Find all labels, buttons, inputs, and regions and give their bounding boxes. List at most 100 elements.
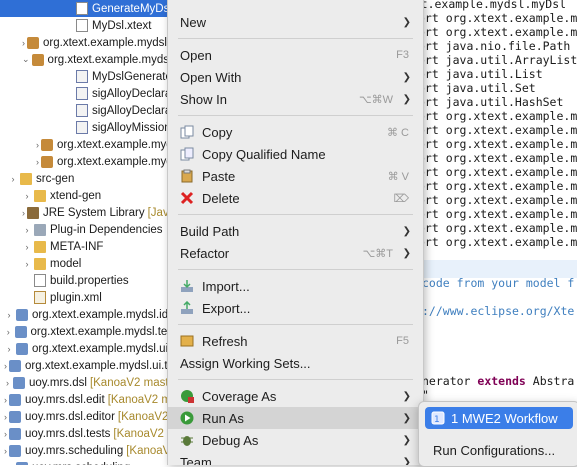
code-line: ort java.nio.file.Path <box>418 39 570 53</box>
menu-item-copy-qualified-name[interactable]: Copy Qualified Name <box>168 143 423 165</box>
menu-item-import[interactable]: Import... <box>168 275 423 297</box>
tree-expand-icon[interactable]: › <box>4 361 7 371</box>
code-line: ort org.xtext.example.mydsl.myDsl <box>418 165 577 179</box>
tree-expand-icon[interactable]: › <box>4 395 7 405</box>
tree-item[interactable]: ›JRE System Library[JavaSE-11] <box>0 204 178 221</box>
tree-expand-icon[interactable]: › <box>4 344 14 354</box>
tree-item-label: org.xtext.example.mydsl.parser <box>47 53 178 66</box>
tree-item[interactable]: sigAlloyDeclaration <box>0 85 178 102</box>
menu-item-copy[interactable]: Copy ⌘ C <box>168 121 423 143</box>
tree-item[interactable]: › org.xtext.example.mydsl.generator <box>0 34 178 51</box>
code-line: ort org.xtext.example.mydsl.myDsl <box>418 137 577 151</box>
tree-item-label: org.xtext.example.mydsl.ui.tests <box>25 359 178 372</box>
tree-item[interactable]: MyDslGenerator.java <box>0 68 178 85</box>
tree-item-label: org.xtext.example.mydsl.tests <box>30 325 178 338</box>
chevron-right-icon: ❯ <box>402 434 411 446</box>
code-text: ort org.xtext.example.mydsl.myDsl <box>418 179 577 193</box>
menu-item-paste[interactable]: Paste ⌘ V <box>168 165 423 187</box>
menu-item-new[interactable]: New ❯ <box>168 11 423 33</box>
tree-item[interactable]: build.properties <box>0 272 178 289</box>
tree-expand-icon[interactable]: › <box>4 378 11 388</box>
menu-item-delete[interactable]: Delete ⌦ <box>168 187 423 209</box>
tree-expand-icon[interactable]: › <box>4 446 7 456</box>
menu-item-label: New <box>180 14 207 30</box>
context-menu: New ❯ Open F3 Open With ❯ Show In ⌥⌘W ❯ Copy ⌘ C Co… <box>167 0 424 465</box>
menu-item-debug-as[interactable]: Debug As ❯ <box>168 429 423 451</box>
menu-shortcut: F5 <box>396 335 409 347</box>
tree-expand-icon[interactable]: › <box>22 259 32 269</box>
tree-item[interactable]: ⌄ org.xtext.example.mydsl.parser <box>0 51 178 68</box>
menu-item-open-with[interactable]: Open With ❯ <box>168 66 423 88</box>
tree-item[interactable]: › xtend-gen <box>0 187 178 204</box>
tree-item[interactable]: › Plug-in Dependencies <box>0 221 178 238</box>
tree-expand-icon[interactable]: › <box>36 140 39 150</box>
tree-expand-icon[interactable]: › <box>22 225 32 235</box>
submenu-item-label: 1 MWE2 Workflow <box>451 410 558 426</box>
tree-item-label: org.xtext.example.mydsl.ide <box>32 308 175 321</box>
pkg-icon <box>41 138 53 151</box>
tree-expand-icon[interactable]: › <box>4 412 7 422</box>
tree-item[interactable]: › org.xtext.example.mydsl.ide <box>0 306 178 323</box>
tree-expand-icon[interactable]: › <box>22 191 32 201</box>
import-icon <box>180 279 194 293</box>
menu-item-open[interactable]: Open F3 <box>168 44 423 66</box>
menu-item-label: Debug As <box>202 432 259 448</box>
proj-icon <box>16 461 28 465</box>
tree-item[interactable]: › model <box>0 255 178 272</box>
tree-item[interactable]: › org.xtext.example.mydsl.tests <box>0 323 178 340</box>
code-line: ort org.xtext.example.mydsl.myDsl <box>418 11 577 25</box>
copy-icon <box>180 125 194 139</box>
tree-item[interactable]: › org.xtext.example.mydsl.ui <box>0 340 178 357</box>
coverage-icon <box>180 389 194 403</box>
tree-item[interactable]: MyDsl.xtext <box>0 17 178 34</box>
run-configurations-item[interactable]: Run Configurations... <box>425 439 577 461</box>
menu-item-refresh[interactable]: Refresh F5 <box>168 330 423 352</box>
tree-item[interactable]: › org.xtext.example.mydsl.scoping <box>0 136 178 153</box>
tree-item[interactable]: › src-gen <box>0 170 178 187</box>
tree-item[interactable]: ›uoy.mrs.scheduling[KanoaV2 master] <box>0 442 178 459</box>
tree-item-label: uoy.mrs.dsl.tests <box>25 427 111 440</box>
tree-item[interactable]: sigAlloyMissionTask <box>0 119 178 136</box>
tree-expand-icon[interactable]: › <box>4 327 13 337</box>
tree-expand-icon[interactable]: › <box>4 310 14 320</box>
tree-expand-icon[interactable]: › <box>4 429 7 439</box>
paste-icon <box>180 169 194 183</box>
delete-icon <box>180 191 194 205</box>
tree-item[interactable]: sigAlloyDeclaration <box>0 102 178 119</box>
tree-expand-icon[interactable]: › <box>22 208 25 218</box>
tree-expand-icon[interactable]: › <box>36 157 39 167</box>
menu-item-coverage-as[interactable]: Coverage As ❯ <box>168 385 423 407</box>
menu-item-assign-working-sets[interactable]: Assign Working Sets... <box>168 352 423 374</box>
tree-expand-icon[interactable]: › <box>22 242 32 252</box>
tree-item[interactable]: ›uoy.mrs.dsl.tests[KanoaV2 master] <box>0 425 178 442</box>
menu-item-run-as[interactable]: Run As ❯ <box>168 407 423 429</box>
folder-icon <box>34 257 46 270</box>
proj-icon <box>12 376 25 389</box>
tree-item[interactable]: › uoy.mrs.dsl [KanoaV2 master] <box>0 374 178 391</box>
tree-item[interactable]: › org.xtext.example.mydsl.ui.tests <box>0 357 178 374</box>
tree-item[interactable]: GenerateMyDsl.mwe2 <box>0 0 178 17</box>
tree-item[interactable]: ›uoy.mrs.scheduling <box>0 459 178 465</box>
tree-expand-icon[interactable]: ⌄ <box>22 54 30 65</box>
menu-item-export[interactable]: Export... <box>168 297 423 319</box>
tree-item-label: org.xtext.example.mydsl.scoping <box>57 138 178 151</box>
menu-item-refactor[interactable]: Refactor ⌥⌘T ❯ <box>168 242 423 264</box>
mwe2-workflow-item[interactable]: 1 1 MWE2 Workflow <box>425 407 573 429</box>
proj-icon <box>9 410 21 423</box>
tree-item[interactable]: plugin.xml <box>0 289 178 306</box>
tree-item[interactable]: › META-INF <box>0 238 178 255</box>
tree-item-label: xtend-gen <box>50 189 102 202</box>
code-line: ort org.xtext.example.mydsl.myDsl <box>418 193 577 207</box>
tree-item[interactable]: ›uoy.mrs.dsl.editor[KanoaV2 master] <box>0 408 178 425</box>
code-text: ort org.xtext.example.mydsl.myDsl <box>418 207 577 221</box>
tree-item-label: GenerateMyDsl.mwe2 <box>92 2 178 15</box>
menu-item-build-path[interactable]: Build Path ❯ <box>168 220 423 242</box>
tree-expand-icon[interactable]: › <box>22 38 25 48</box>
menu-item-team[interactable]: Team ❯ <box>168 451 423 466</box>
tree-item[interactable]: › org.xtext.example.mydsl.serializer <box>0 153 178 170</box>
tree-item-label: META-INF <box>50 240 104 253</box>
chevron-right-icon: ❯ <box>402 456 411 466</box>
tree-item[interactable]: ›uoy.mrs.dsl.edit[KanoaV2 master] <box>0 391 178 408</box>
tree-expand-icon[interactable]: › <box>8 174 18 184</box>
menu-item-show-in[interactable]: Show In ⌥⌘W ❯ <box>168 88 423 110</box>
